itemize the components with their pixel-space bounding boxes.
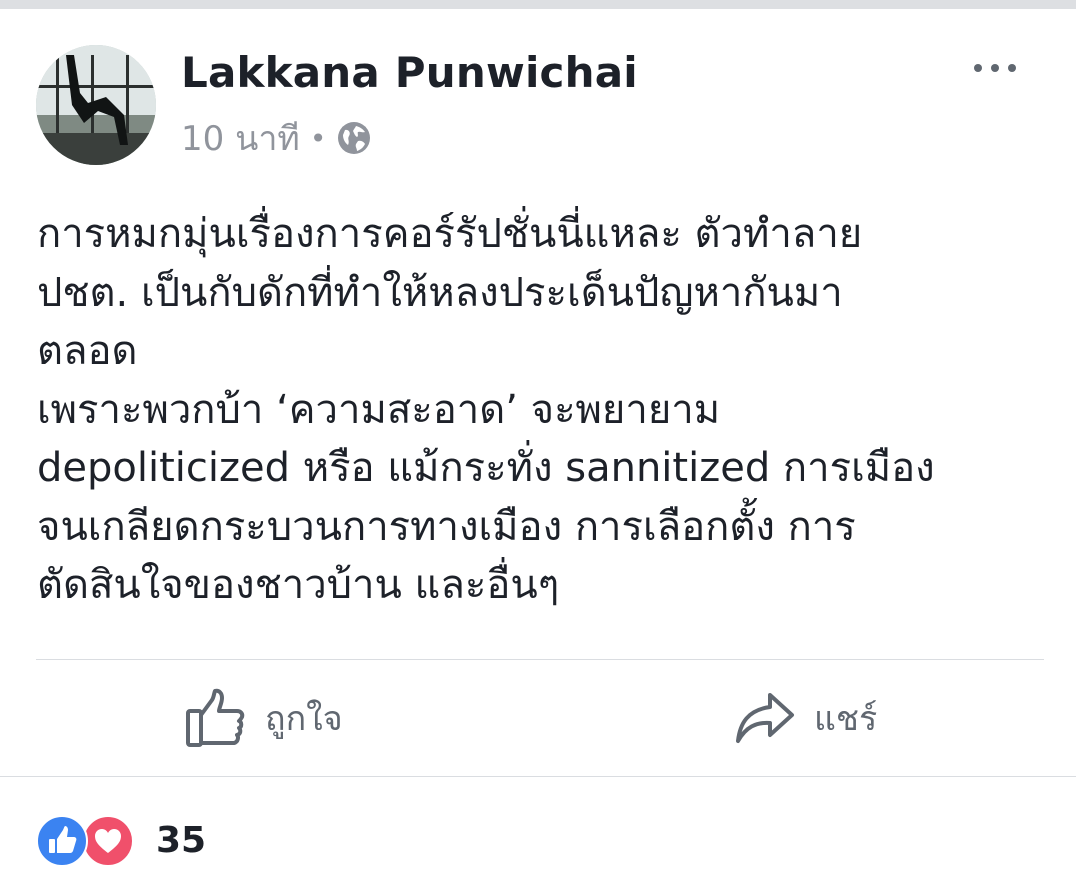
post-text-line: depoliticized หรือ แม้กระทั่ง sannitized… [37, 445, 935, 491]
post-timestamp[interactable]: 10 นาที [181, 111, 300, 165]
post-text-line: ตลอด [37, 328, 138, 374]
thumbs-up-icon [186, 688, 245, 747]
more-options-icon [974, 64, 982, 72]
globe-icon[interactable] [336, 120, 372, 156]
post-text-line: ปชต. เป็นกับดักที่ทำให้หลงประเด็นปัญหากั… [37, 269, 843, 316]
reaction-count: 35 [156, 819, 207, 861]
like-reaction-icon [36, 815, 88, 867]
share-arrow-icon [736, 693, 794, 743]
post-text-line: ตัดสินใจของชาวบ้าน และอื่นๆ [37, 562, 560, 608]
avatar-photo [36, 45, 156, 165]
actions-divider-bottom [0, 776, 1076, 777]
author-name[interactable]: Lakkana Punwichai [181, 48, 638, 97]
like-button[interactable]: ถูกใจ [185, 682, 343, 754]
post-text: การหมกมุ่นเรื่องการคอร์รัปชั่นนี่แหละ ตั… [37, 205, 1047, 615]
post-text-line: การหมกมุ่นเรื่องการคอร์รัปชั่นนี่แหละ ตั… [37, 211, 863, 257]
share-label: แชร์ [814, 699, 878, 739]
meta-separator: • [309, 121, 327, 155]
love-reaction-icon [82, 815, 134, 867]
post-text-line: จนเกลียดกระบวนการทางเมือง การเลือกตั้ง ก… [37, 503, 856, 550]
post-meta: 10 นาที • [181, 116, 372, 160]
more-options-button[interactable] [970, 56, 1020, 80]
top-separator-strip [0, 0, 1076, 9]
reaction-icons [36, 815, 134, 867]
like-label: ถูกใจ [265, 699, 343, 739]
avatar[interactable] [36, 45, 156, 165]
reactions-summary[interactable]: 35 [36, 815, 207, 867]
actions-divider-top [36, 659, 1044, 660]
share-button[interactable]: แชร์ [734, 682, 877, 754]
post-text-line: เพราะพวกบ้า ‘ความสะอาด’ จะพยายาม [37, 386, 721, 433]
